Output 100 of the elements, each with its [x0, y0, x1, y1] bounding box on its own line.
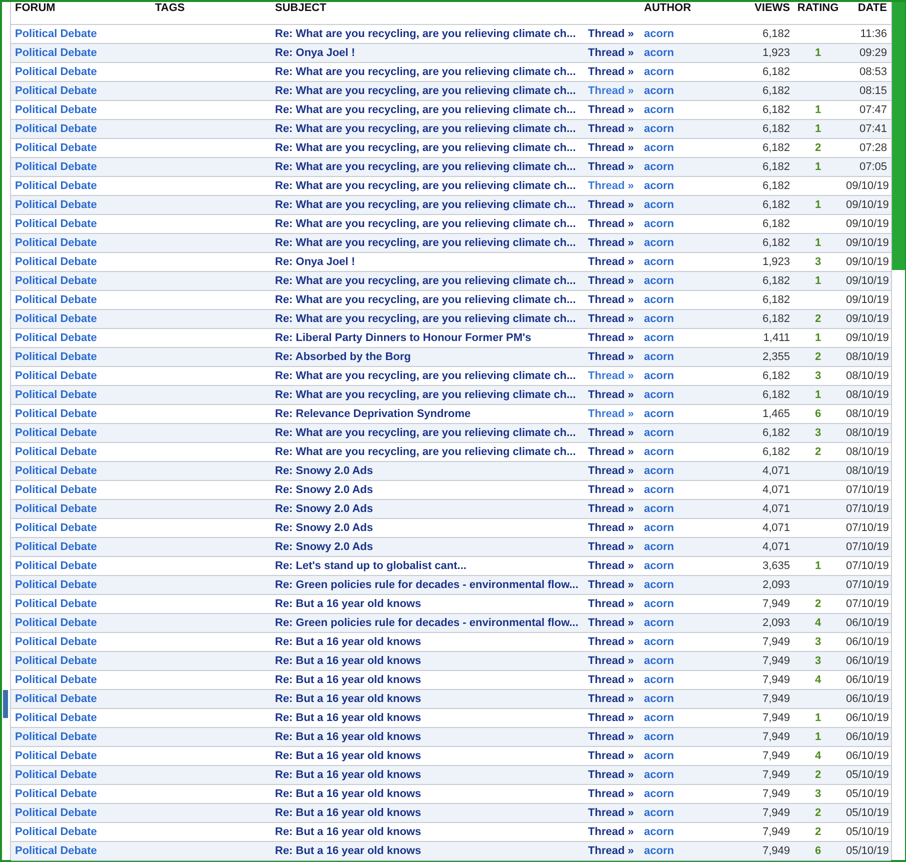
author-link[interactable]: acorn — [640, 272, 720, 290]
thread-link[interactable]: Thread » — [584, 614, 640, 632]
views-cell: 6,182 — [720, 196, 794, 214]
views-cell: 6,182 — [720, 120, 794, 138]
subject-link[interactable]: Re: But a 16 year old knows — [271, 842, 584, 860]
thread-link[interactable]: Thread » — [584, 44, 640, 62]
subject-link[interactable]: Re: What are you recycling, are you relieving climate ch... — [271, 424, 584, 442]
column-header: RATING — [794, 2, 842, 24]
rating-cell: 1 — [794, 728, 842, 746]
subject-link[interactable]: Re: But a 16 year old knows — [271, 652, 584, 670]
subject-link[interactable]: Re: What are you recycling, are you relieving climate ch... — [271, 82, 584, 100]
thread-link[interactable]: Thread » — [584, 842, 640, 860]
subject-link[interactable]: Re: But a 16 year old knows — [271, 728, 584, 746]
forum-link[interactable]: Political Debate — [11, 804, 151, 822]
author-link[interactable]: acorn — [640, 842, 720, 860]
author-link[interactable]: acorn — [640, 538, 720, 556]
forum-link[interactable]: Political Debate — [11, 842, 151, 860]
thread-link[interactable]: Thread » — [584, 690, 640, 708]
subject-link[interactable]: Re: Snowy 2.0 Ads — [271, 500, 584, 518]
forum-link[interactable]: Political Debate — [11, 120, 151, 138]
subject-link[interactable]: Re: Snowy 2.0 Ads — [271, 538, 584, 556]
author-link[interactable]: acorn — [640, 234, 720, 252]
subject-link[interactable]: Re: What are you recycling, are you relieving climate ch... — [271, 158, 584, 176]
forum-link[interactable]: Political Debate — [11, 158, 151, 176]
thread-link[interactable]: Thread » — [584, 82, 640, 100]
date-cell: 06/10/19 — [842, 690, 891, 708]
forum-link[interactable]: Political Debate — [11, 348, 151, 366]
thread-link[interactable]: Thread » — [584, 766, 640, 784]
forum-link[interactable]: Political Debate — [11, 500, 151, 518]
author-link[interactable]: acorn — [640, 462, 720, 480]
rating-cell: 2 — [794, 766, 842, 784]
thread-link[interactable]: Thread » — [584, 348, 640, 366]
forum-link[interactable]: Political Debate — [11, 462, 151, 480]
subject-link[interactable]: Re: Green policies rule for decades - environmental flow... — [271, 576, 584, 594]
forum-link[interactable]: Political Debate — [11, 272, 151, 290]
forum-link[interactable]: Political Debate — [11, 424, 151, 442]
author-link[interactable]: acorn — [640, 424, 720, 442]
author-link[interactable]: acorn — [640, 576, 720, 594]
author-link[interactable]: acorn — [640, 690, 720, 708]
subject-link[interactable]: Re: Onya Joel ! — [271, 44, 584, 62]
date-cell: 08/10/19 — [842, 424, 891, 442]
rating-cell: 1 — [794, 272, 842, 290]
author-link[interactable]: acorn — [640, 158, 720, 176]
thread-link[interactable]: Thread » — [584, 272, 640, 290]
thread-link[interactable]: Thread » — [584, 462, 640, 480]
forum-link[interactable]: Political Debate — [11, 728, 151, 746]
subject-link[interactable]: Re: But a 16 year old knows — [271, 804, 584, 822]
thread-link[interactable]: Thread » — [584, 538, 640, 556]
subject-link[interactable]: Re: What are you recycling, are you relieving climate ch... — [271, 272, 584, 290]
author-link[interactable]: acorn — [640, 728, 720, 746]
forum-link[interactable]: Political Debate — [11, 196, 151, 214]
thread-link[interactable]: Thread » — [584, 500, 640, 518]
forum-link[interactable]: Political Debate — [11, 386, 151, 404]
author-link[interactable]: acorn — [640, 310, 720, 328]
thread-link[interactable]: Thread » — [584, 728, 640, 746]
author-link[interactable]: acorn — [640, 348, 720, 366]
subject-link[interactable]: Re: Green policies rule for decades - environmental flow... — [271, 614, 584, 632]
thread-link[interactable]: Thread » — [584, 234, 640, 252]
subject-link[interactable]: Re: But a 16 year old knows — [271, 766, 584, 784]
subject-link[interactable]: Re: Snowy 2.0 Ads — [271, 462, 584, 480]
forum-link[interactable]: Political Debate — [11, 652, 151, 670]
subject-link[interactable]: Re: What are you recycling, are you relieving climate ch... — [271, 234, 584, 252]
thread-link[interactable]: Thread » — [584, 576, 640, 594]
author-link[interactable]: acorn — [640, 500, 720, 518]
forum-link[interactable]: Political Debate — [11, 614, 151, 632]
author-link[interactable]: acorn — [640, 614, 720, 632]
subject-link[interactable]: Re: Absorbed by the Borg — [271, 348, 584, 366]
author-link[interactable]: acorn — [640, 120, 720, 138]
subject-link[interactable]: Re: What are you recycling, are you relieving climate ch... — [271, 196, 584, 214]
thread-link[interactable]: Thread » — [584, 386, 640, 404]
author-link[interactable]: acorn — [640, 82, 720, 100]
subject-link[interactable]: Re: What are you recycling, are you relieving climate ch... — [271, 120, 584, 138]
forum-link[interactable]: Political Debate — [11, 576, 151, 594]
thread-link[interactable]: Thread » — [584, 804, 640, 822]
thread-link[interactable]: Thread » — [584, 158, 640, 176]
thread-link[interactable]: Thread » — [584, 424, 640, 442]
forum-link[interactable]: Political Debate — [11, 234, 151, 252]
date-cell: 06/10/19 — [842, 614, 891, 632]
thread-link[interactable]: Thread » — [584, 196, 640, 214]
forum-link[interactable]: Political Debate — [11, 766, 151, 784]
forum-link[interactable]: Political Debate — [11, 82, 151, 100]
author-link[interactable]: acorn — [640, 766, 720, 784]
subject-link[interactable]: Re: What are you recycling, are you relieving climate ch... — [271, 310, 584, 328]
forum-link[interactable]: Political Debate — [11, 310, 151, 328]
subject-link[interactable]: Re: But a 16 year old knows — [271, 690, 584, 708]
column-header: TAGS — [151, 2, 271, 24]
thread-link[interactable]: Thread » — [584, 120, 640, 138]
forum-link[interactable]: Political Debate — [11, 690, 151, 708]
author-link[interactable]: acorn — [640, 386, 720, 404]
scrollbar[interactable] — [892, 2, 905, 270]
thread-link[interactable]: Thread » — [584, 652, 640, 670]
author-link[interactable]: acorn — [640, 804, 720, 822]
subject-link[interactable]: Re: What are you recycling, are you relieving climate ch... — [271, 386, 584, 404]
author-link[interactable]: acorn — [640, 652, 720, 670]
author-link[interactable]: acorn — [640, 44, 720, 62]
author-link[interactable]: acorn — [640, 196, 720, 214]
forum-link[interactable]: Political Debate — [11, 44, 151, 62]
views-cell: 7,949 — [720, 728, 794, 746]
thread-link[interactable]: Thread » — [584, 310, 640, 328]
forum-link[interactable]: Political Debate — [11, 538, 151, 556]
